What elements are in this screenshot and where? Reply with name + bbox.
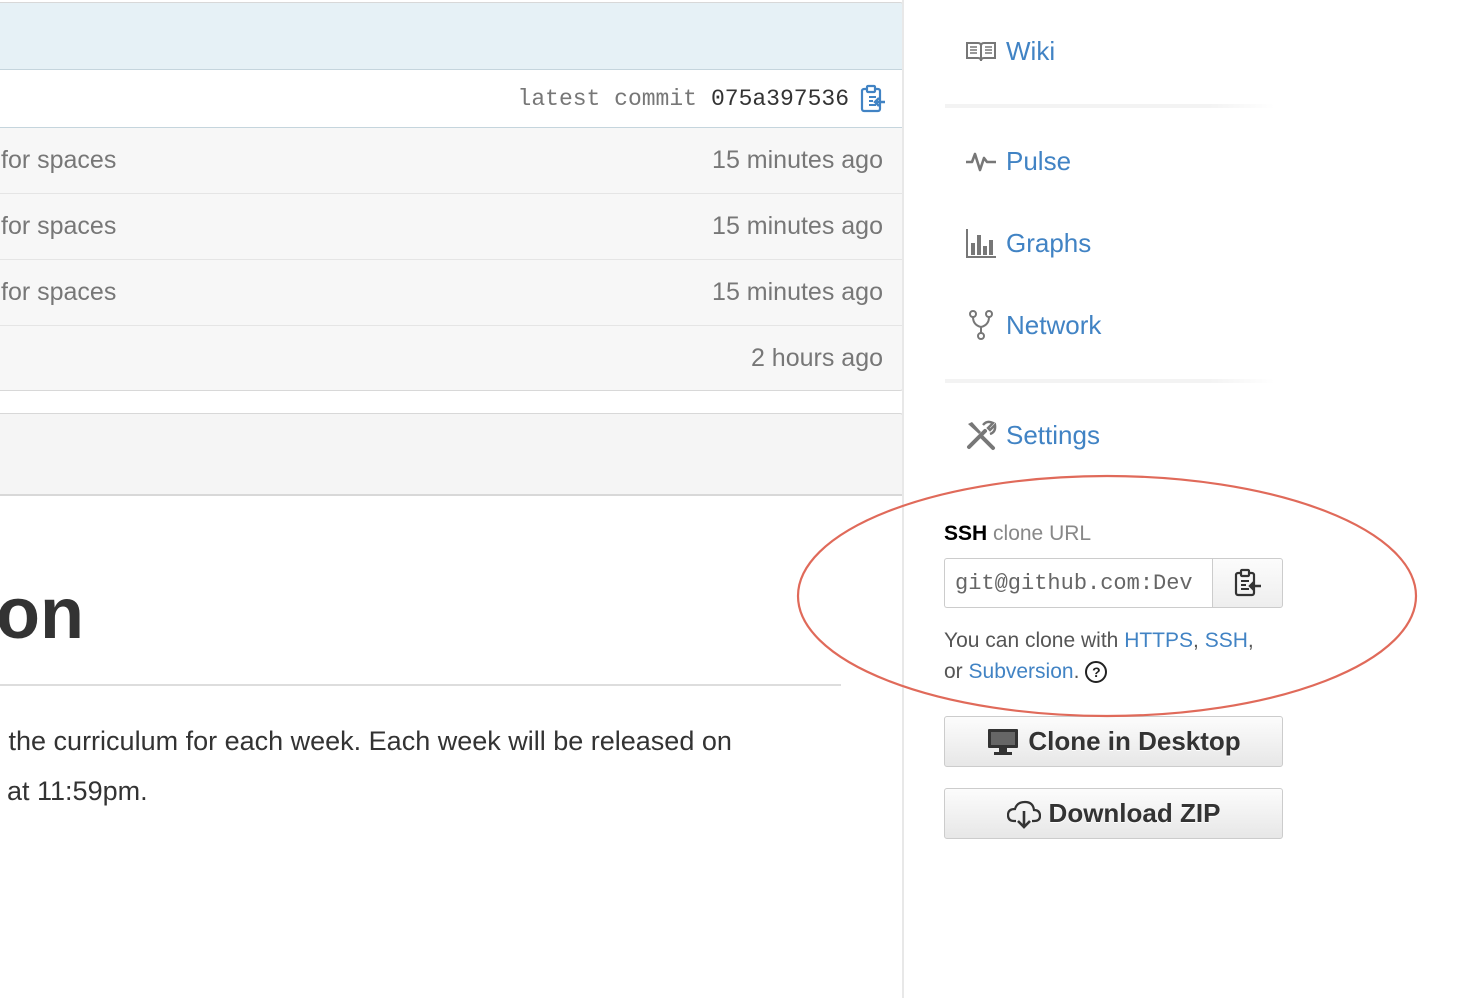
clone-help-prefix: You can clone with xyxy=(944,629,1125,652)
commit-message[interactable]: for spaces xyxy=(1,146,116,175)
latest-commit-bar: latest commit 075a397536 xyxy=(0,70,903,128)
cloud-download-icon xyxy=(1006,799,1041,829)
nav-label-network: Network xyxy=(1006,309,1102,340)
book-icon xyxy=(965,35,997,67)
commit-age: 2 hours ago xyxy=(750,344,883,372)
fork-icon xyxy=(965,309,997,341)
clone-url-input[interactable] xyxy=(944,558,1212,608)
nav-item-network[interactable]: Network xyxy=(965,309,1101,341)
clone-url-heading: SSH clone URL xyxy=(944,522,1091,546)
graph-icon xyxy=(965,227,997,259)
readme-line-1: o the curriculum for each week. Each wee… xyxy=(0,726,732,756)
clipboard-icon[interactable] xyxy=(859,84,887,114)
readme-title: on xyxy=(0,574,84,654)
file-row[interactable]: for spaces 15 minutes ago xyxy=(0,194,903,260)
question-icon[interactable]: ? xyxy=(1085,661,1108,684)
readme-body: o the curriculum for each week. Each wee… xyxy=(0,716,816,816)
clipboard-icon xyxy=(1233,567,1263,599)
clone-help-sep: , xyxy=(1193,629,1205,652)
download-zip-label: Download ZIP xyxy=(1048,798,1221,828)
subversion-link[interactable]: Subversion xyxy=(969,660,1074,683)
latest-commit-sha[interactable]: 075a397536 xyxy=(711,86,849,112)
commit-header xyxy=(0,3,903,70)
clone-in-desktop-label: Clone in Desktop xyxy=(1028,726,1241,756)
nav-item-settings[interactable]: Settings xyxy=(965,419,1100,451)
clone-protocol: SSH xyxy=(944,522,988,545)
nav-item-graphs[interactable]: Graphs xyxy=(965,227,1091,259)
clone-help-text: You can clone with HTTPS, SSH, or Subvers… xyxy=(944,625,1274,687)
readme-line-2: y at 11:59pm. xyxy=(0,776,148,806)
readme-divider xyxy=(0,684,841,686)
readme-header xyxy=(0,413,904,496)
column-divider xyxy=(902,0,904,998)
pulse-icon xyxy=(965,145,997,177)
clone-heading-suffix: clone URL xyxy=(993,522,1092,545)
https-link[interactable]: HTTPS xyxy=(1124,629,1193,652)
download-zip-button[interactable]: Download ZIP xyxy=(944,788,1283,839)
commit-age: 15 minutes ago xyxy=(712,212,883,240)
commit-message[interactable]: for spaces xyxy=(1,278,116,307)
tools-icon xyxy=(965,419,997,451)
monitor-icon xyxy=(986,727,1020,757)
nav-item-pulse[interactable]: Pulse xyxy=(965,145,1071,177)
ssh-link[interactable]: SSH xyxy=(1205,629,1248,652)
commit-message[interactable]: for spaces xyxy=(1,212,116,241)
latest-commit-label: latest commit xyxy=(517,85,697,112)
commit-age: 15 minutes ago xyxy=(712,278,883,306)
file-row[interactable]: 2 hours ago xyxy=(0,326,903,390)
file-row[interactable]: for spaces 15 minutes ago xyxy=(0,128,903,194)
copy-to-clipboard-button[interactable] xyxy=(1212,558,1283,608)
commit-age: 15 minutes ago xyxy=(712,146,883,174)
nav-label-pulse: Pulse xyxy=(1006,145,1072,176)
nav-separator xyxy=(945,104,1275,108)
nav-label-graphs: Graphs xyxy=(1006,227,1092,258)
clone-help-or: or xyxy=(944,660,969,683)
clone-in-desktop-button[interactable]: Clone in Desktop xyxy=(944,716,1283,767)
nav-label-wiki: Wiki xyxy=(1006,35,1056,66)
nav-separator xyxy=(945,379,1275,383)
clone-help-sep: , xyxy=(1247,629,1254,652)
clone-help-period: . xyxy=(1073,660,1080,683)
file-list: latest commit 075a397536 for spaces 15 m… xyxy=(0,2,904,391)
file-row[interactable]: for spaces 15 minutes ago xyxy=(0,260,903,326)
nav-label-settings: Settings xyxy=(1006,419,1100,450)
nav-item-wiki[interactable]: Wiki xyxy=(965,35,1055,67)
